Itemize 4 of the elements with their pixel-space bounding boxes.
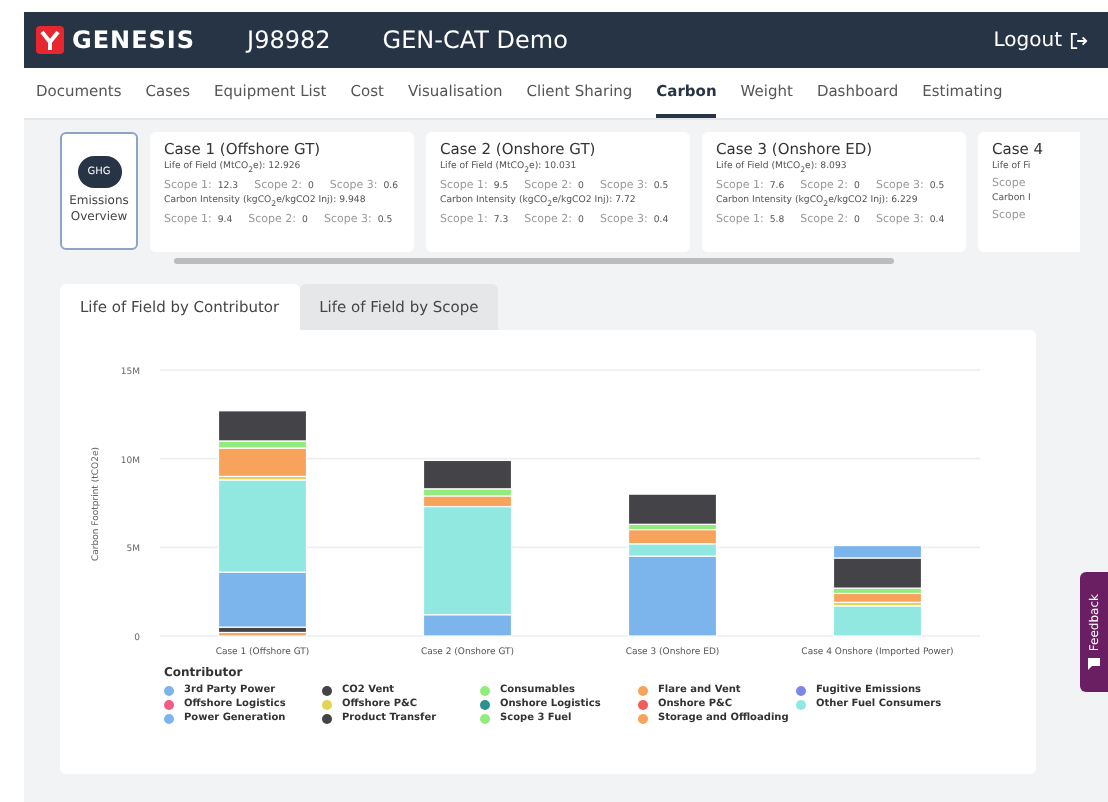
brand-name: GENESIS (72, 26, 196, 54)
job-number: J98982 (247, 26, 331, 54)
project-name: GEN-CAT Demo (382, 26, 568, 54)
logout-button[interactable]: Logout (993, 29, 1088, 51)
